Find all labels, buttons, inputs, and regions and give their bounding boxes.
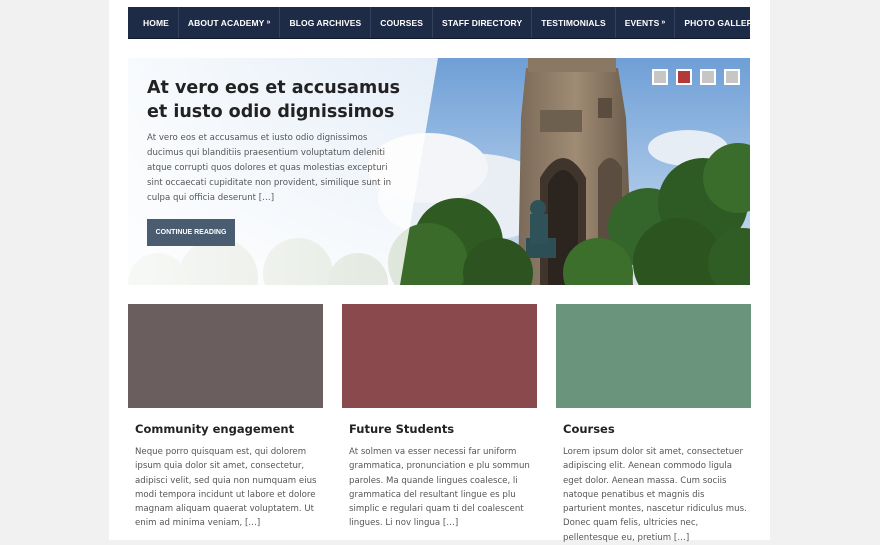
- slider-dot-2[interactable]: [676, 69, 692, 85]
- nav-item-events[interactable]: EVENTS»: [616, 7, 676, 38]
- nav-item-courses[interactable]: COURSES: [371, 7, 434, 38]
- nav-label: ABOUT ACADEMY: [187, 17, 265, 28]
- slide-title[interactable]: At vero eos et accusamus et iusto odio d…: [147, 76, 402, 124]
- card-title[interactable]: Future Students: [349, 422, 537, 436]
- submenu-arrow-icon: »: [661, 19, 666, 26]
- nav-label: PHOTO GALLERY: [684, 17, 759, 28]
- feature-card-community: Community engagement Neque porro quisqua…: [128, 304, 323, 531]
- feature-card-future-students: Future Students At solmen va esser neces…: [342, 304, 537, 531]
- slider-dot-1[interactable]: [652, 69, 668, 85]
- slide-excerpt: At vero eos et accusamus et iusto odio d…: [147, 133, 392, 203]
- nav-item-blog-archives[interactable]: BLOG ARCHIVES: [280, 7, 372, 38]
- nav-label: TESTIMONIALS: [541, 17, 606, 28]
- card-image[interactable]: [342, 304, 537, 408]
- feature-card-courses: Courses Lorem ipsum dolor sit amet, cons…: [556, 304, 751, 545]
- card-title[interactable]: Community engagement: [135, 422, 323, 436]
- card-text: At solmen va esser necessi far uniform g…: [349, 447, 530, 529]
- nav-label: STAFF DIRECTORY: [442, 17, 523, 28]
- slider-dot-4[interactable]: [724, 69, 740, 85]
- continue-reading-button[interactable]: CONTINUE READING: [147, 219, 235, 246]
- nav-item-about-academy[interactable]: ABOUT ACADEMY»: [179, 7, 281, 38]
- nav-item-testimonials[interactable]: TESTIMONIALS: [532, 7, 616, 38]
- nav-item-home[interactable]: HOME: [128, 7, 179, 38]
- main-navigation: HOME ABOUT ACADEMY» BLOG ARCHIVES COURSE…: [128, 7, 758, 39]
- nav-label: HOME: [143, 17, 169, 28]
- card-title[interactable]: Courses: [563, 422, 751, 436]
- slider-dot-3[interactable]: [700, 69, 716, 85]
- nav-item-staff-directory[interactable]: STAFF DIRECTORY: [433, 7, 533, 38]
- page-container: HOME ABOUT ACADEMY» BLOG ARCHIVES COURSE…: [109, 0, 770, 543]
- nav-label: EVENTS: [624, 17, 660, 28]
- card-image[interactable]: [128, 304, 323, 408]
- card-image[interactable]: [556, 304, 751, 408]
- nav-label: BLOG ARCHIVES: [289, 17, 362, 28]
- card-text: Neque porro quisquam est, qui dolorem ip…: [135, 447, 317, 529]
- slider-pagination: [652, 69, 740, 85]
- submenu-arrow-icon: »: [266, 19, 271, 26]
- nav-item-photo-gallery[interactable]: PHOTO GALLERY: [675, 7, 767, 38]
- featured-slider: At vero eos et accusamus et iusto odio d…: [128, 58, 750, 285]
- nav-label: COURSES: [380, 17, 424, 28]
- card-text: Lorem ipsum dolor sit amet, consectetuer…: [563, 447, 747, 543]
